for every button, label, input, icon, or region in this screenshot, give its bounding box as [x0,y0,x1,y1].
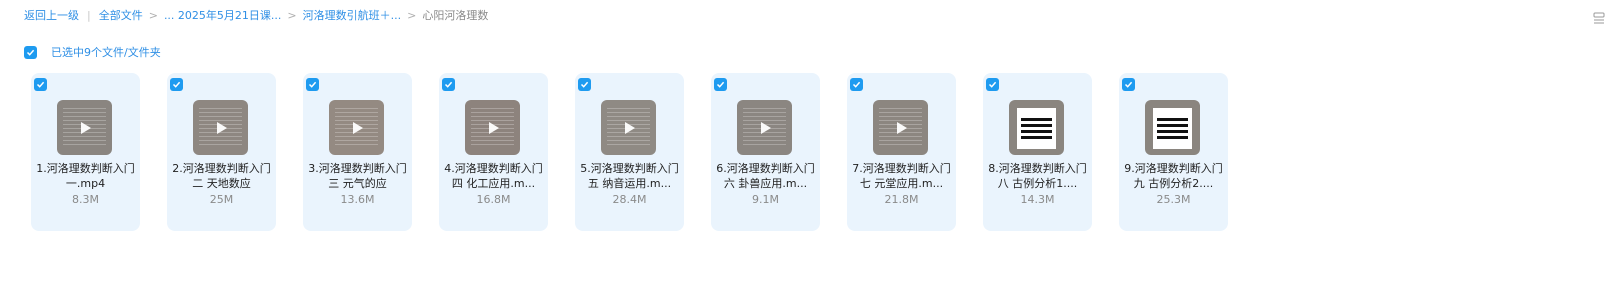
file-thumbnail[interactable] [57,100,112,155]
file-thumbnail[interactable] [601,100,656,155]
check-icon [36,81,45,88]
play-icon [896,121,907,134]
hexagram-image [1153,108,1192,149]
list-view-icon[interactable] [1593,9,1605,24]
breadcrumb-separator: > [407,8,417,22]
file-checkbox[interactable] [850,78,863,91]
selection-count-label: 已选中9个文件/文件夹 [51,46,161,59]
file-thumbnail[interactable] [465,100,520,155]
file-card[interactable]: 9.河洛理数判断入门九 古例分析2.... 25.3M [1119,73,1228,231]
file-name: 6.河洛理数判断入门六 卦兽应用.m... [716,162,815,190]
file-size: 8.3M [72,193,99,206]
breadcrumb-divider: | [87,8,91,22]
select-all-checkbox[interactable] [24,45,37,59]
file-thumbnail[interactable] [329,100,384,155]
breadcrumb-item-class[interactable]: 河洛理数引航班＋... [303,7,402,23]
breadcrumb-item-course[interactable]: ... 2025年5月21日课... [164,7,281,23]
check-icon [444,81,453,88]
file-checkbox[interactable] [34,78,47,91]
file-card[interactable]: 7.河洛理数判断入门七 元堂应用.m... 21.8M [847,73,956,231]
file-size: 16.8M [476,193,511,206]
file-size: 9.1M [752,193,779,206]
check-icon [1124,81,1133,88]
file-thumbnail[interactable] [737,100,792,155]
hexagram-image [1017,108,1056,149]
file-card[interactable]: 4.河洛理数判断入门四 化工应用.m... 16.8M [439,73,548,231]
file-name: 5.河洛理数判断入门五 纳音运用.m... [580,162,679,190]
file-checkbox[interactable] [442,78,455,91]
file-name: 3.河洛理数判断入门三 元气的应 [308,162,407,190]
play-icon [216,121,227,134]
file-name: 4.河洛理数判断入门四 化工应用.m... [444,162,543,190]
file-size: 28.4M [612,193,647,206]
breadcrumb-separator: > [287,8,297,22]
file-card[interactable]: 8.河洛理数判断入门八 古例分析1.... 14.3M [983,73,1092,231]
check-icon [852,81,861,88]
file-name: 8.河洛理数判断入门八 古例分析1.... [988,162,1087,190]
check-icon [988,81,997,88]
check-icon [716,81,725,88]
file-size: 25M [209,193,234,206]
file-name: 9.河洛理数判断入门九 古例分析2.... [1124,162,1223,190]
file-thumbnail[interactable] [1009,100,1064,155]
check-icon [26,49,35,56]
file-card[interactable]: 1.河洛理数判断入门一.mp4 8.3M [31,73,140,231]
play-icon [352,121,363,134]
file-checkbox[interactable] [306,78,319,91]
file-card[interactable]: 6.河洛理数判断入门六 卦兽应用.m... 9.1M [711,73,820,231]
file-size: 21.8M [884,193,919,206]
file-thumbnail[interactable] [873,100,928,155]
file-name: 7.河洛理数判断入门七 元堂应用.m... [852,162,951,190]
file-grid: 1.河洛理数判断入门一.mp4 8.3M 2.河洛理数判断入门二 天地数应 25M 3.… [31,73,1255,231]
play-icon [80,121,91,134]
file-size: 14.3M [1020,193,1055,206]
play-icon [760,121,771,134]
file-card[interactable]: 3.河洛理数判断入门三 元气的应 13.6M [303,73,412,231]
file-name: 2.河洛理数判断入门二 天地数应 [172,162,271,190]
play-icon [488,121,499,134]
file-size: 25.3M [1156,193,1191,206]
file-card[interactable]: 2.河洛理数判断入门二 天地数应 25M [167,73,276,231]
selection-bar: 已选中9个文件/文件夹 [24,44,161,60]
file-checkbox[interactable] [170,78,183,91]
file-checkbox[interactable] [986,78,999,91]
file-thumbnail[interactable] [193,100,248,155]
all-files-link[interactable]: 全部文件 [99,7,143,23]
file-checkbox[interactable] [714,78,727,91]
check-icon [172,81,181,88]
file-checkbox[interactable] [578,78,591,91]
check-icon [308,81,317,88]
file-thumbnail[interactable] [1145,100,1200,155]
file-name: 1.河洛理数判断入门一.mp4 [36,162,135,190]
play-icon [624,121,635,134]
breadcrumb-current: 心阳河洛理数 [422,9,489,22]
file-checkbox[interactable] [1122,78,1135,91]
breadcrumb-separator: > [148,8,158,22]
back-link[interactable]: 返回上一级 [24,7,79,23]
file-card[interactable]: 5.河洛理数判断入门五 纳音运用.m... 28.4M [575,73,684,231]
check-icon [580,81,589,88]
file-size: 13.6M [340,193,375,206]
breadcrumb: 返回上一级 | 全部文件 > ... 2025年5月21日课... > 河洛理数… [24,7,488,23]
